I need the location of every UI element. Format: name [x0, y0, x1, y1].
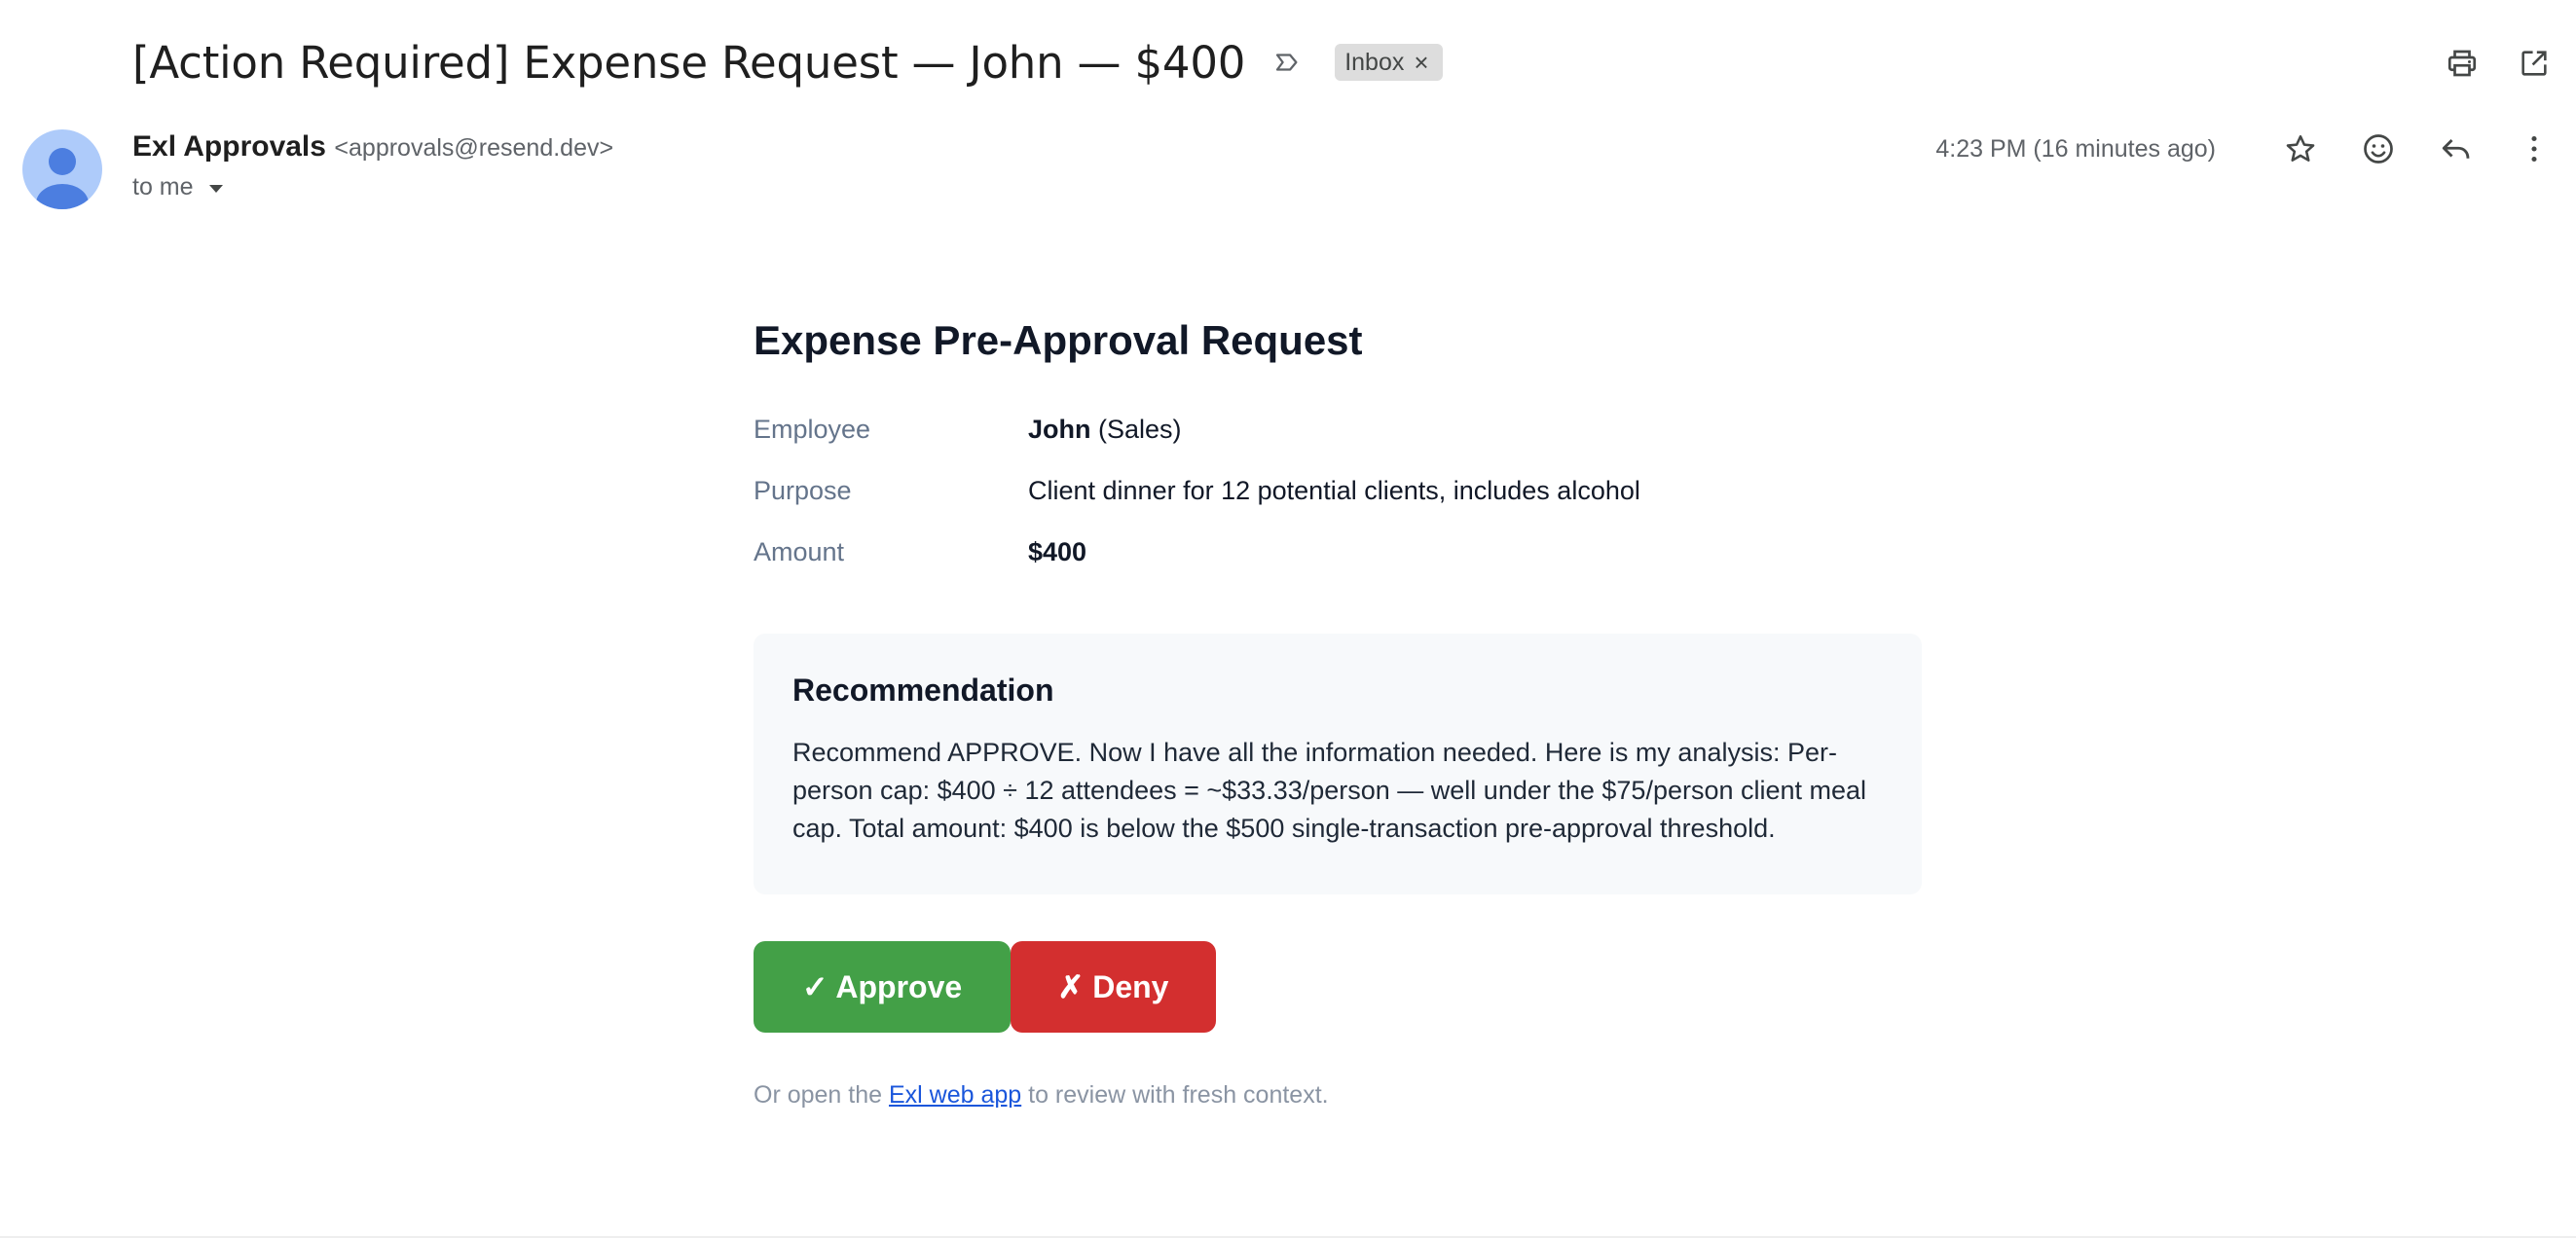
recommendation-panel: Recommendation Recommend APPROVE. Now I … [754, 634, 1922, 894]
footer-note: Or open the Exl web app to review with f… [754, 1081, 1924, 1110]
thread-actions [2442, 43, 2555, 84]
sender-email: <approvals@resend.dev> [334, 134, 614, 162]
recommendation-text: Recommend APPROVE. Now I have all the in… [792, 738, 1867, 843]
detail-label: Amount [754, 537, 845, 566]
email-subject: [Action Required] Expense Request — John… [132, 36, 1246, 89]
employee-dept: (Sales) [1090, 415, 1182, 444]
decision-buttons: ✓ Approve ✗ Deny [754, 941, 1924, 1033]
email-title: Expense Pre-Approval Request [754, 317, 1363, 363]
inbox-label-chip: Inbox × [1335, 44, 1443, 81]
detail-value: $400 [1028, 537, 1086, 567]
star-icon[interactable] [2280, 128, 2321, 169]
open-in-new-window-icon[interactable] [2514, 43, 2555, 84]
message-timestamp: 4:23 PM (16 minutes ago) [1935, 134, 2216, 163]
recommendation-title: Recommendation [792, 673, 1054, 708]
remove-label-icon[interactable]: × [1414, 50, 1428, 75]
emoji-reaction-icon[interactable] [2358, 128, 2399, 169]
label-important-icon[interactable] [1270, 46, 1304, 79]
more-options-icon[interactable] [2514, 128, 2555, 169]
sender-name[interactable]: Exl Approvals [132, 130, 326, 163]
sender-avatar[interactable] [22, 129, 102, 209]
inbox-label-text: Inbox [1344, 48, 1405, 76]
footer-suffix: to review with fresh context. [1021, 1081, 1329, 1109]
detail-row-amount: Amount $400 [754, 522, 1924, 583]
subject-row: [Action Required] Expense Request — John… [132, 33, 1443, 91]
employee-name: John [1028, 415, 1091, 444]
email-body: Expense Pre-Approval Request Employee Jo… [754, 317, 1924, 1110]
amount-value: $400 [1028, 537, 1087, 566]
reply-icon[interactable] [2436, 128, 2477, 169]
approve-button[interactable]: ✓ Approve [754, 941, 1011, 1033]
detail-row-purpose: Purpose Client dinner for 12 potential c… [754, 460, 1924, 522]
print-icon[interactable] [2442, 43, 2483, 84]
request-details: Employee John (Sales) Purpose Client din… [754, 399, 1924, 583]
recipient-details-toggle[interactable]: to me [132, 173, 225, 201]
web-app-link[interactable]: Exl web app [889, 1081, 1021, 1109]
chevron-down-icon [207, 173, 225, 201]
detail-value: Client dinner for 12 potential clients, … [1028, 476, 1640, 505]
detail-row-employee: Employee John (Sales) [754, 399, 1924, 460]
deny-button[interactable]: ✗ Deny [1011, 941, 1216, 1033]
detail-value: John (Sales) [1028, 415, 1182, 445]
detail-label: Purpose [754, 476, 852, 505]
footer-prefix: Or open the [754, 1081, 889, 1109]
detail-label: Employee [754, 415, 871, 444]
sender-line: Exl Approvals <approvals@resend.dev> [132, 130, 613, 164]
message-meta: 4:23 PM (16 minutes ago) [1935, 128, 2555, 169]
recipient-text: to me [132, 173, 194, 200]
